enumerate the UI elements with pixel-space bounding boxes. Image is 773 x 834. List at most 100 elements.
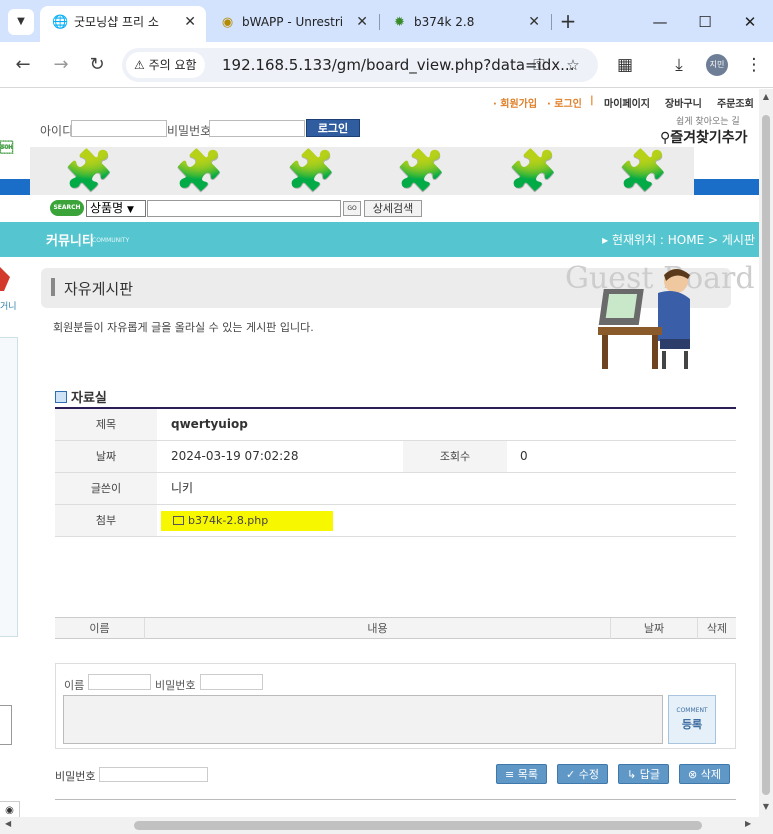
tab-b374k[interactable]: ✹ b374k 2.8 ✕ <box>380 6 550 38</box>
horizontal-scrollbar[interactable]: ◀ ▶ <box>0 817 773 834</box>
key-icon[interactable]: ⚿ <box>526 52 552 78</box>
bullet-icon: ▸ <box>602 233 609 247</box>
file-icon <box>173 516 184 525</box>
comment-pw-label: 비밀번호 <box>155 679 196 692</box>
page-viewport: · 회원가입 · 로그인 | 마이페이지 장바구니 주문조회 아이디 비밀번호 … <box>0 89 759 817</box>
mypage-link[interactable]: 마이페이지 <box>604 95 650 110</box>
tab-goodmorning-shop[interactable]: 🌐 굿모닝샵 프리 소 ✕ <box>40 6 206 42</box>
reply-icon: ↳ <box>627 768 637 781</box>
board-description: 회원분들이 자유롭게 글을 올라실 수 있는 게시판 입니다. <box>53 321 314 334</box>
scroll-right-icon[interactable]: ▶ <box>745 819 751 828</box>
post-author-row: 글쓴이 니키 <box>55 473 736 505</box>
scroll-down-icon[interactable]: ▼ <box>759 802 773 811</box>
search-go-button[interactable]: GO <box>343 201 361 216</box>
search-input[interactable] <box>147 200 341 217</box>
tab-strip: ▼ 🌐 굿모닝샵 프리 소 ✕ ◉ bWAPP - Unrestri ✕ ✹ b… <box>0 0 773 42</box>
close-tab-icon[interactable]: ✕ <box>184 6 196 38</box>
views-label: 조회수 <box>403 441 507 472</box>
url-text[interactable]: 192.168.5.133/gm/board_view.php?data=idx… <box>222 48 574 82</box>
reply-button[interactable]: ↳ 답글 <box>618 764 669 784</box>
id-input[interactable] <box>71 120 167 137</box>
profile-avatar[interactable]: 지민 <box>706 54 728 76</box>
cart-link[interactable]: 장바구니 <box>665 95 702 110</box>
join-link[interactable]: · 회원가입 <box>493 95 537 110</box>
maximize-button[interactable]: ☐ <box>685 8 725 36</box>
col-name: 이름 <box>89 622 110 635</box>
sidebar-text-fragment: 거니 <box>0 302 17 312</box>
author-label: 글쓴이 <box>55 473 157 504</box>
back-button[interactable]: ← <box>10 52 36 78</box>
star-icon[interactable]: ☆ <box>560 52 586 78</box>
forward-button[interactable]: → <box>48 52 74 78</box>
address-bar[interactable]: ⚠ 주의 요함 192.168.5.133/gm/board_view.php?… <box>122 48 598 82</box>
comment-form: 이름 비밀번호 COMMENT 등록 <box>55 663 736 749</box>
check-icon: ✓ <box>566 768 576 781</box>
vertical-scroll-thumb[interactable] <box>762 115 770 795</box>
folder-icon <box>55 391 67 403</box>
comment-submit-button[interactable]: COMMENT 등록 <box>668 695 716 744</box>
tab-separator <box>551 14 552 30</box>
sidebar-menu-fragment <box>0 337 18 637</box>
pin-icon: ⚲ <box>660 130 671 146</box>
close-tab-icon[interactable]: ✕ <box>356 6 368 38</box>
new-tab-button[interactable]: + <box>554 8 582 36</box>
advanced-search-button[interactable]: 상세검색 <box>364 200 422 217</box>
bee-icon: ◉ <box>221 15 234 30</box>
comment-textarea[interactable] <box>63 695 663 744</box>
login-button[interactable]: 로그인 <box>306 119 360 137</box>
attachment-link[interactable]: b374k-2.8.php <box>173 505 268 536</box>
extensions-icon[interactable]: ▦ <box>612 52 638 78</box>
bookmark-link[interactable]: ⚲즐겨찾기추가 <box>660 127 748 147</box>
delete-pw-input[interactable] <box>99 767 208 782</box>
chevron-down-icon: ▼ <box>126 205 134 215</box>
list-icon: ≡ <box>505 768 515 781</box>
sidebar-image-fragment <box>0 705 12 745</box>
login-link[interactable]: · 로그인 <box>547 95 582 110</box>
site-logo-fragment[interactable]:  <box>0 141 13 156</box>
search-category-select[interactable]: 상품명 ▼ <box>86 200 146 217</box>
list-button[interactable]: ≡ 목록 <box>496 764 547 784</box>
banner-placeholder: 🧩 🧩 🧩 🧩 🧩 🧩 <box>30 147 694 195</box>
pw-input[interactable] <box>209 120 305 137</box>
order-link[interactable]: 주문조회 <box>717 95 754 110</box>
vertical-scrollbar[interactable]: ▲ ▼ <box>759 89 773 817</box>
section-title: 자료실 <box>55 387 107 406</box>
warning-icon: ⚠ <box>134 58 145 72</box>
col-date: 날짜 <box>643 622 665 635</box>
close-circle-icon: ⊗ <box>688 768 698 781</box>
subject-value: qwertyuiop <box>171 417 248 431</box>
delete-button[interactable]: ⊗ 삭제 <box>679 764 730 784</box>
horizontal-scroll-thumb[interactable] <box>134 821 702 830</box>
close-tab-icon[interactable]: ✕ <box>528 6 540 38</box>
close-window-button[interactable]: ✕ <box>730 8 770 36</box>
subject-label: 제목 <box>55 409 157 440</box>
missing-plugin-icon: 🧩 <box>508 148 558 194</box>
id-label: 아이디 <box>40 124 74 138</box>
tab-search-dropdown[interactable]: ▼ <box>8 9 34 35</box>
security-chip[interactable]: ⚠ 주의 요함 <box>126 52 205 78</box>
download-icon[interactable]: ⤓ <box>666 52 692 78</box>
tab-bwapp[interactable]: ◉ bWAPP - Unrestri ✕ <box>208 6 378 38</box>
post-attachment-row: 첨부 b374k-2.8.php <box>55 505 736 537</box>
post-subject-row: 제목 qwertyuiop <box>55 409 736 441</box>
browser-toolbar: ← → ↻ ⚠ 주의 요함 192.168.5.133/gm/board_vie… <box>0 42 773 88</box>
minimize-button[interactable]: — <box>640 8 680 36</box>
scroll-left-icon[interactable]: ◀ <box>5 819 11 828</box>
reload-button[interactable]: ↻ <box>84 52 110 78</box>
missing-plugin-icon: 🧩 <box>286 148 336 194</box>
radio-icon[interactable]: ◉ <box>0 801 20 817</box>
board-title: 자유게시판 <box>64 280 134 298</box>
missing-plugin-icon: 🧩 <box>174 148 224 194</box>
col-content: 내용 <box>367 622 388 635</box>
comment-pw-input[interactable] <box>200 674 263 690</box>
breadcrumb: ▸ 현재위치 : HOME > 게시판 <box>602 233 755 247</box>
scroll-up-icon[interactable]: ▲ <box>759 92 773 101</box>
menu-separator: | <box>590 95 594 106</box>
pw-label: 비밀번호 <box>167 124 212 138</box>
author-value: 니키 <box>171 481 194 495</box>
menu-icon[interactable]: ⋮ <box>741 52 767 78</box>
comment-name-input[interactable] <box>88 674 151 690</box>
missing-plugin-icon: 🧩 <box>618 148 668 194</box>
edit-button[interactable]: ✓ 수정 <box>557 764 608 784</box>
browser-window: ▼ 🌐 굿모닝샵 프리 소 ✕ ◉ bWAPP - Unrestri ✕ ✹ b… <box>0 0 773 834</box>
